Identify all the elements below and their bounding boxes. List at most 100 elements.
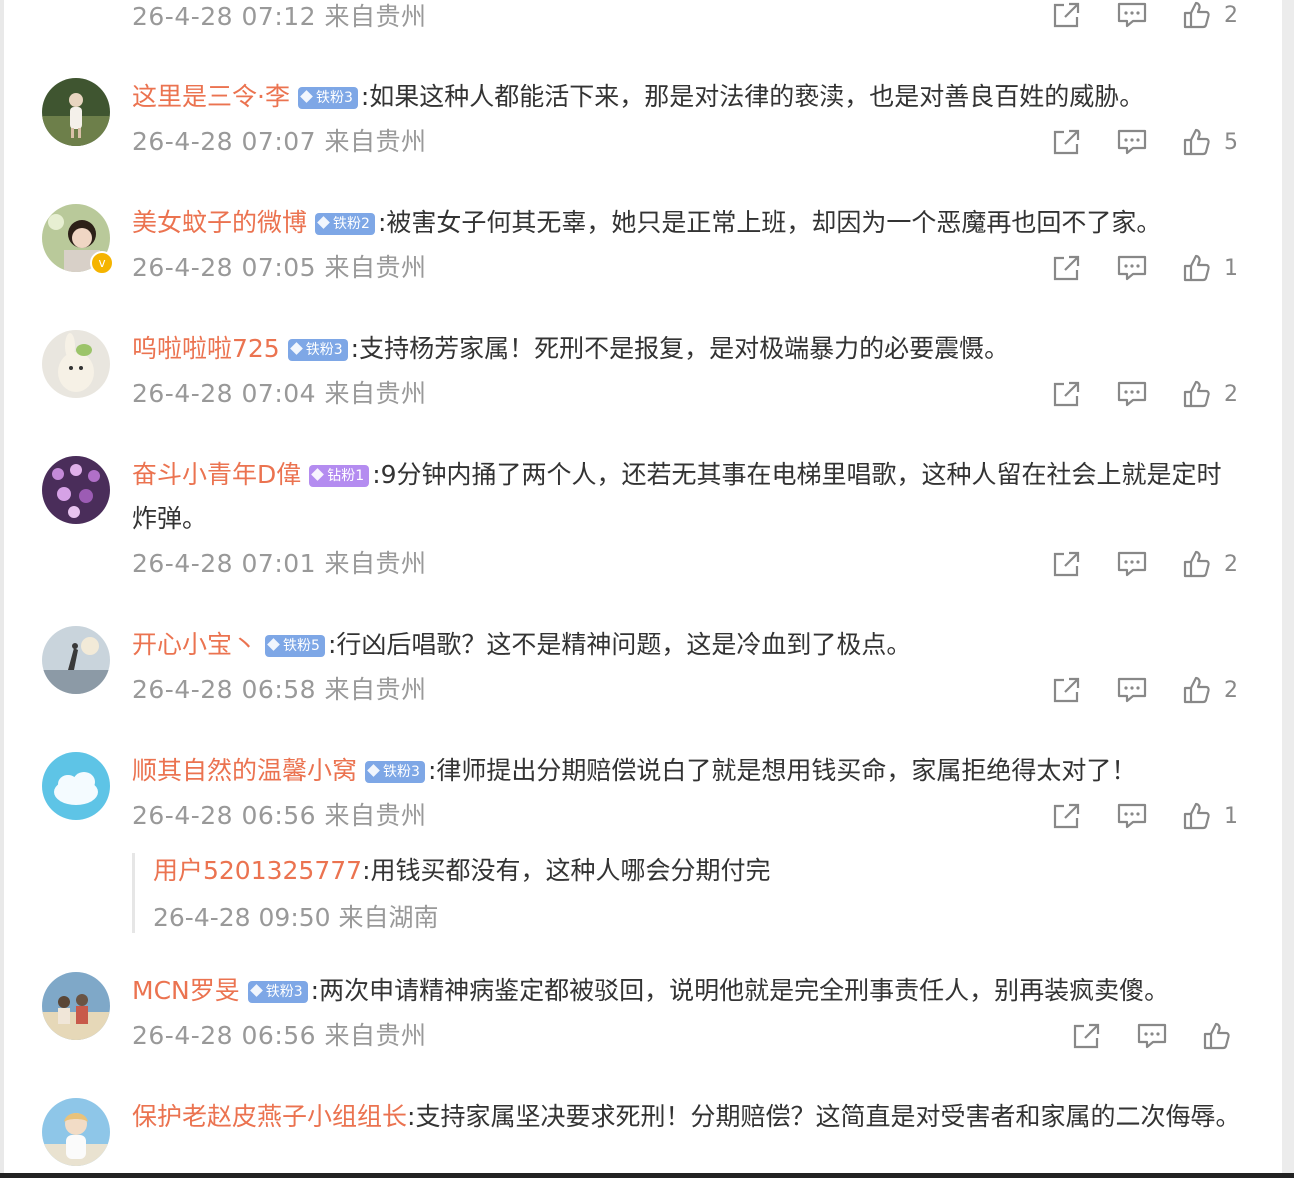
like-count: 1	[1224, 255, 1238, 281]
comment-meta: 26-4-28 07:07 来自贵州	[132, 127, 427, 156]
comment-button[interactable]	[1136, 1022, 1168, 1050]
share-button[interactable]	[1052, 802, 1082, 830]
fan-badge[interactable]: 钻粉1	[309, 465, 370, 487]
thumbs-up-icon	[1183, 802, 1210, 830]
comment-actions: 1	[1018, 253, 1242, 283]
fan-badge[interactable]: 铁粉3	[297, 87, 358, 109]
avatar[interactable]	[42, 78, 110, 146]
scrollbar-track[interactable]	[1282, 0, 1294, 1178]
like-button[interactable]: 2	[1182, 549, 1242, 579]
comment-body: :如果这种人都能活下来，那是对法律的亵渎，也是对善良百姓的威胁。	[360, 82, 1145, 111]
share-button[interactable]	[1052, 676, 1082, 704]
comment-body: :支持家属坚决要求死刑！分期赔偿？这简直是对受害者和家属的二次侮辱。	[407, 1102, 1241, 1131]
username-link[interactable]: 奋斗小青年D偉	[132, 460, 301, 489]
comment-actions: 2	[1018, 549, 1242, 579]
avatar[interactable]	[42, 972, 110, 1040]
comment-button[interactable]	[1116, 550, 1148, 578]
share-icon	[1053, 677, 1080, 703]
comment-button[interactable]	[1116, 254, 1148, 282]
comment-icon	[1137, 1023, 1167, 1049]
comment-actions	[1038, 1021, 1232, 1051]
comment-meta: 26-4-28 07:12 来自贵州	[132, 2, 427, 31]
like-button[interactable]	[1202, 1021, 1232, 1051]
share-button[interactable]	[1072, 1022, 1102, 1050]
share-icon	[1053, 129, 1080, 155]
comment-icon	[1117, 2, 1147, 28]
like-button[interactable]: 5	[1182, 127, 1242, 157]
share-icon	[1053, 381, 1080, 407]
share-icon	[1053, 2, 1080, 28]
thumbs-up-icon	[1183, 254, 1210, 282]
reply-meta: 26-4-28 09:50 来自湖南	[153, 903, 439, 932]
like-button[interactable]: 2	[1182, 379, 1242, 409]
username-link[interactable]: 这里是三令·李	[132, 82, 290, 111]
username-link[interactable]: MCN罗旻	[132, 976, 240, 1005]
fan-badge[interactable]: 铁粉3	[365, 761, 425, 783]
reply-username-link[interactable]: 用户5201325777	[153, 856, 362, 885]
comment-button[interactable]	[1116, 802, 1148, 830]
username-link[interactable]: 呜啦啦啦725	[132, 334, 280, 363]
like-count: 5	[1224, 129, 1238, 155]
comment-text-block: 这里是三令·李 铁粉3:如果这种人都能活下来，那是对法律的亵渎，也是对善良百姓的威…	[132, 75, 1242, 119]
like-count: 1	[1224, 803, 1238, 829]
avatar[interactable]	[42, 752, 110, 820]
like-button[interactable]: 2	[1182, 0, 1242, 30]
like-count: 2	[1224, 551, 1238, 577]
thumbs-up-icon	[1183, 1, 1210, 29]
comment-body: :被害女子何其无辜，她只是正常上班，却因为一个恶魔再也回不了家。	[377, 208, 1162, 237]
avatar[interactable]	[42, 456, 110, 524]
share-icon	[1053, 551, 1080, 577]
comment-actions: 2	[1018, 379, 1242, 409]
share-button[interactable]	[1052, 254, 1082, 282]
fan-badge[interactable]: 铁粉3	[247, 981, 308, 1003]
comment-icon	[1117, 551, 1147, 577]
comment-text-block: 开心小宝丶 铁粉5:行凶后唱歌？这不是精神问题，这是冷血到了极点。	[132, 623, 1242, 667]
avatar[interactable]	[42, 330, 110, 398]
like-button[interactable]: 1	[1182, 801, 1242, 831]
username-link[interactable]: 保护老赵皮燕子小组组长	[132, 1102, 407, 1131]
username-link[interactable]: 美女蚊子的微博	[132, 208, 307, 237]
fan-badge[interactable]: 铁粉2	[315, 213, 375, 235]
fan-badge[interactable]: 铁粉5	[265, 635, 325, 657]
comment-button[interactable]	[1116, 676, 1148, 704]
comment-meta: 26-4-28 06:56 来自贵州	[132, 1021, 427, 1050]
diamond-icon	[367, 764, 380, 777]
share-button[interactable]	[1052, 380, 1082, 408]
thumbs-up-icon	[1183, 128, 1210, 156]
window-bottom-edge	[0, 1173, 1294, 1178]
share-icon	[1053, 803, 1080, 829]
comment-body: :两次申请精神病鉴定都被驳回，说明他就是完全刑事责任人，别再装疯卖傻。	[310, 976, 1170, 1005]
reply-text: 用户5201325777:用钱买都没有，这种人哪会分期付完	[153, 853, 771, 889]
share-button[interactable]	[1052, 128, 1082, 156]
comment-icon	[1117, 677, 1147, 703]
diamond-icon	[267, 638, 280, 651]
fan-badge[interactable]: 铁粉3	[287, 339, 348, 361]
comment-icon	[1117, 129, 1147, 155]
avatar[interactable]	[42, 1098, 110, 1166]
comment-text-block: MCN罗旻 铁粉3:两次申请精神病鉴定都被驳回，说明他就是完全刑事责任人，别再装疯…	[132, 969, 1242, 1013]
comment-actions: 5	[1018, 127, 1242, 157]
like-button[interactable]: 2	[1182, 675, 1242, 705]
window-left-edge	[0, 0, 4, 1178]
comment-actions: 2	[1018, 0, 1242, 30]
like-button[interactable]: 1	[1182, 253, 1242, 283]
diamond-icon	[311, 468, 325, 481]
reply-block: 用户5201325777:用钱买都没有，这种人哪会分期付完 26-4-28 09…	[132, 853, 1035, 933]
comment-text-block: 呜啦啦啦725 铁粉3:支持杨芳家属！死刑不是报复，是对极端暴力的必要震慑。	[132, 327, 1242, 371]
thumbs-up-icon	[1183, 380, 1210, 408]
comment-button[interactable]	[1116, 1, 1148, 29]
avatar[interactable]	[42, 626, 110, 694]
comment-body: :律师提出分期赔偿说白了就是想用钱买命，家属拒绝得太对了！	[427, 756, 1137, 785]
thumbs-up-icon	[1183, 676, 1210, 704]
comment-button[interactable]	[1116, 380, 1148, 408]
username-link[interactable]: 开心小宝丶	[132, 630, 257, 659]
share-button[interactable]	[1052, 1, 1082, 29]
comment-body: :行凶后唱歌？这不是精神问题，这是冷血到了极点。	[327, 630, 912, 659]
comment-body: :支持杨芳家属！死刑不是报复，是对极端暴力的必要震慑。	[350, 334, 1010, 363]
comment-button[interactable]	[1116, 128, 1148, 156]
share-button[interactable]	[1052, 550, 1082, 578]
like-count: 2	[1224, 381, 1238, 407]
username-link[interactable]: 顺其自然的温馨小窝	[132, 756, 357, 785]
thumbs-up-icon	[1183, 550, 1210, 578]
comment-icon	[1117, 803, 1147, 829]
